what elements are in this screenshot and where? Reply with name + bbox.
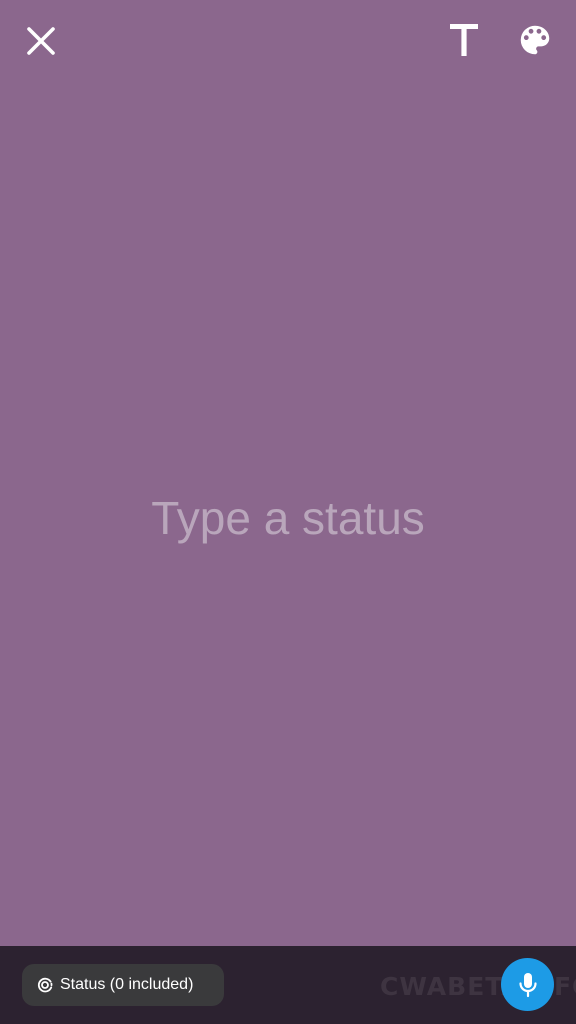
top-toolbar	[0, 0, 576, 82]
status-audience-button[interactable]: Status (0 included)	[22, 964, 224, 1006]
microphone-icon	[518, 972, 537, 997]
close-icon	[27, 27, 55, 55]
status-ring-icon	[36, 976, 54, 994]
text-style-icon	[450, 24, 478, 56]
microphone-button[interactable]	[501, 958, 554, 1011]
status-text-input[interactable]	[20, 488, 556, 548]
status-audience-label: Status (0 included)	[60, 976, 194, 993]
close-button[interactable]	[20, 20, 62, 62]
palette-icon	[520, 25, 550, 55]
color-palette-button[interactable]	[512, 17, 558, 63]
text-style-button[interactable]	[440, 16, 488, 64]
status-composer-screen: Status (0 included) CWABETAINFO	[0, 0, 576, 1024]
